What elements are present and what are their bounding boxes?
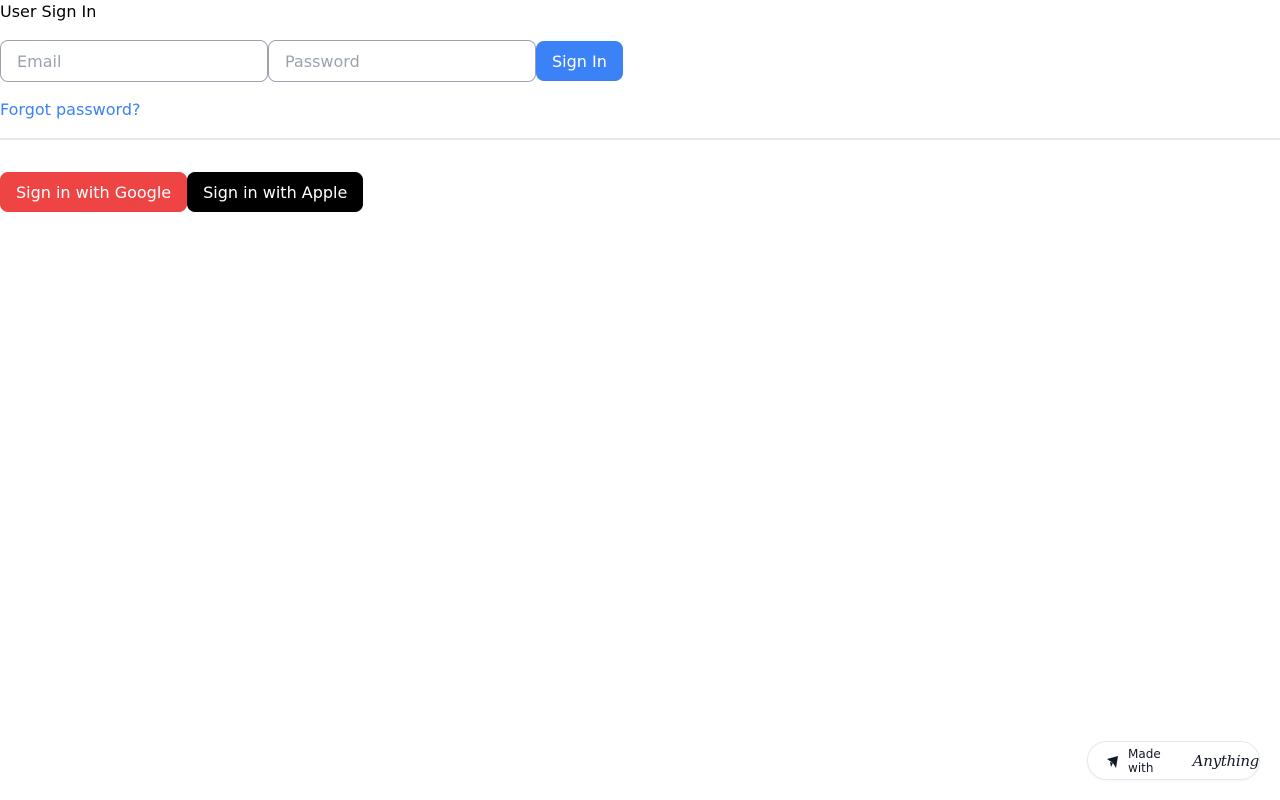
email-field[interactable]: [0, 40, 268, 82]
sign-in-button[interactable]: Sign In: [536, 41, 623, 81]
forgot-password-link[interactable]: Forgot password?: [0, 100, 140, 120]
page-title: User Sign In: [0, 2, 97, 21]
anything-logo-icon: [1106, 754, 1120, 768]
password-field[interactable]: [268, 40, 536, 82]
sign-in-page: User Sign In Sign In Forgot password? Si…: [0, 0, 1280, 800]
social-sign-in: Sign in with Google Sign in with Apple: [0, 172, 364, 212]
badge-prefix: Made with: [1128, 746, 1161, 775]
sign-in-form: Sign In: [0, 40, 623, 82]
google-sign-in-button[interactable]: Sign in with Google: [0, 172, 188, 212]
apple-sign-in-button[interactable]: Sign in with Apple: [187, 172, 364, 212]
divider: [0, 138, 1280, 140]
made-with-badge[interactable]: Made with Anything: [1087, 741, 1260, 780]
badge-brand: Anything: [1192, 751, 1260, 770]
